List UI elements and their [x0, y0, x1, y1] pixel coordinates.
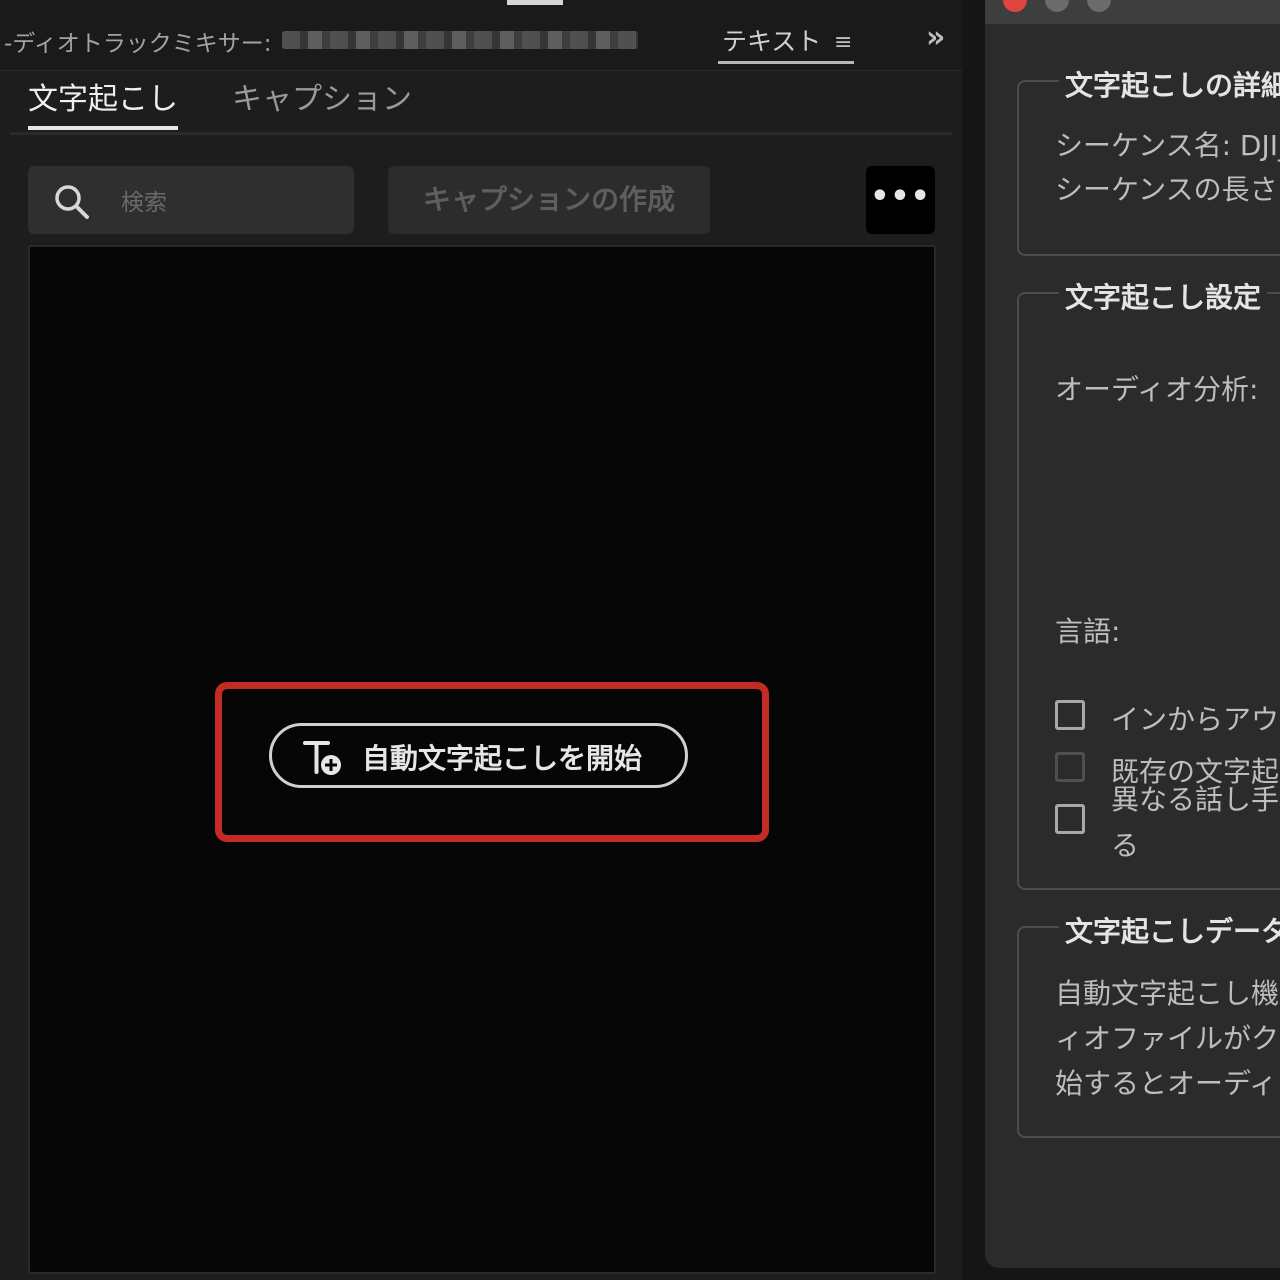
audio-analysis-label: オーディオ分析: [1055, 373, 1259, 406]
maximize-window-icon[interactable] [1087, 0, 1111, 12]
transcript-details-group: 文字起こしの詳細 シーケンス名: DJI_ シーケンスの長さ [1017, 64, 1280, 256]
tab-transcript[interactable]: 文字起こし [28, 74, 178, 118]
data-text-line-3: 始するとオーディ [1055, 1067, 1278, 1100]
speaker-option-label: 異なる話し手 [1111, 783, 1280, 816]
transcription-dialog: 文字起こしの詳細 シーケンス名: DJI_ シーケンスの長さ 文字起こし設定 オ… [985, 0, 1280, 1268]
speaker-option-label-cont: る [1111, 829, 1140, 862]
overflow-chevron-icon[interactable]: » [926, 20, 945, 55]
text-add-icon [303, 741, 341, 775]
tab-text[interactable]: テキスト ≡ [718, 22, 854, 64]
minimize-window-icon[interactable] [1045, 0, 1069, 12]
text-tab-underline [718, 61, 854, 64]
in-to-out-checkbox[interactable] [1055, 700, 1085, 730]
data-text-line-2: ィオファイルがク [1055, 1022, 1280, 1055]
start-auto-transcription-label: 自動文字起こしを開始 [362, 742, 643, 775]
close-window-icon[interactable] [1003, 0, 1027, 12]
text-tab-label: テキスト [722, 27, 822, 56]
transcript-data-group: 文字起こしデータ 自動文字起こし機 ィオファイルがク 始するとオーディ [1017, 910, 1280, 1138]
active-tab-underline [28, 126, 178, 130]
speaker-option-checkbox[interactable] [1055, 804, 1085, 834]
panel-header: -ディオトラックミキサー: テキスト ≡ » [0, 0, 962, 71]
tab-captions[interactable]: キャプション [232, 74, 412, 118]
text-panel: -ディオトラックミキサー: テキスト ≡ » 文字起こし キャプション 検索 キ… [0, 0, 962, 1280]
settings-title: 文字起こし設定 [1059, 276, 1268, 316]
more-options-button[interactable]: ••• [866, 166, 935, 234]
in-to-out-label: インからアウ [1111, 703, 1280, 736]
search-input[interactable]: 検索 [28, 166, 354, 234]
data-text-line-1: 自動文字起こし機 [1055, 977, 1280, 1010]
start-auto-transcription-button[interactable]: 自動文字起こしを開始 [269, 723, 688, 788]
audio-track-mixer-tab[interactable]: -ディオトラックミキサー: [4, 24, 271, 58]
create-captions-button[interactable]: キャプションの作成 [388, 166, 710, 234]
sequence-name-label: シーケンス名: DJI_ [1055, 129, 1280, 162]
panel-menu-icon[interactable]: ≡ [834, 30, 852, 55]
dialog-titlebar [985, 0, 1280, 24]
details-title: 文字起こしの詳細 [1059, 64, 1280, 104]
blurred-sequence-name [282, 31, 638, 49]
sequence-length-label: シーケンスの長さ [1055, 173, 1278, 206]
search-icon [55, 185, 89, 219]
data-title: 文字起こしデータ [1059, 910, 1280, 950]
search-placeholder: 検索 [121, 190, 167, 216]
existing-transcript-checkbox[interactable] [1055, 752, 1085, 782]
active-panel-indicator [507, 0, 563, 5]
language-label: 言語: [1055, 615, 1121, 648]
transcript-settings-group: 文字起こし設定 オーディオ分析: 言語: インからアウ 既存の文字起 異なる話し… [1017, 276, 1280, 890]
sub-tab-bar: 文字起こし キャプション [10, 70, 952, 135]
